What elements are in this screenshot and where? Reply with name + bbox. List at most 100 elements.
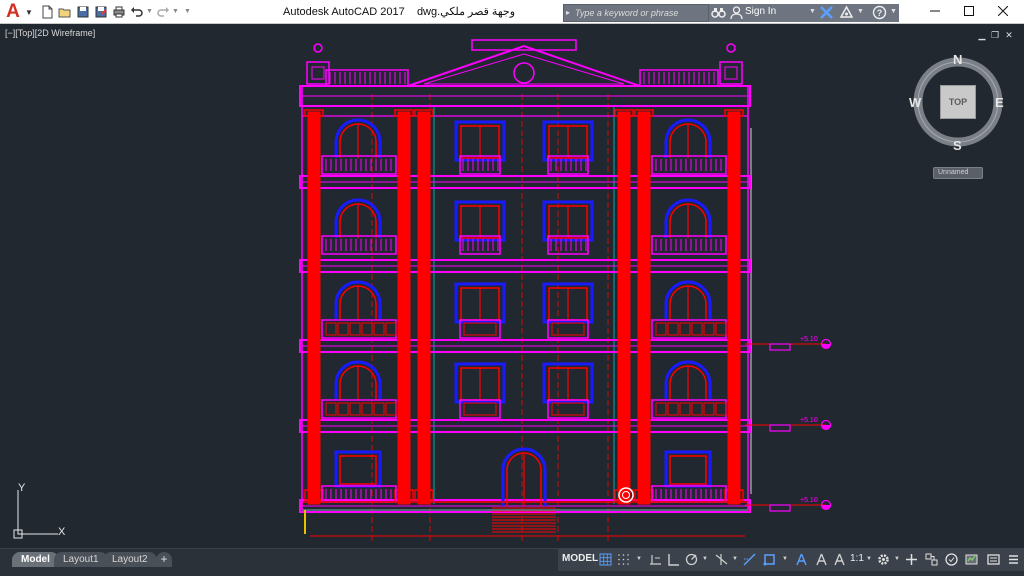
column bbox=[727, 111, 741, 505]
balcony-panel bbox=[703, 322, 715, 336]
finial-panel bbox=[311, 66, 325, 80]
open-folder-icon[interactable] bbox=[58, 5, 72, 19]
plot-icon[interactable] bbox=[112, 5, 126, 19]
balcony-panel bbox=[361, 322, 373, 336]
scale-dropdown-icon[interactable]: ▼ bbox=[866, 556, 872, 562]
viewcube-top-face[interactable]: TOP bbox=[940, 85, 976, 119]
balcony-panel bbox=[667, 322, 679, 336]
autodesk-a360-icon[interactable] bbox=[839, 5, 854, 20]
binoculars-icon[interactable] bbox=[711, 5, 726, 20]
viewport-controls-label[interactable]: [−][Top][2D Wireframe] bbox=[5, 28, 95, 38]
annotation-scale-value[interactable]: 1:1 bbox=[850, 553, 864, 564]
new-file-icon[interactable] bbox=[40, 5, 54, 19]
compass-south[interactable]: S bbox=[953, 138, 962, 153]
tab-model[interactable]: Model bbox=[12, 552, 59, 567]
application-menu-caret-icon[interactable]: ▼ bbox=[25, 8, 33, 17]
osnap-dropdown-icon[interactable]: ▼ bbox=[782, 556, 788, 562]
clean-screen-icon[interactable] bbox=[986, 552, 1001, 567]
grid-icon[interactable] bbox=[598, 552, 613, 567]
drawing-viewport[interactable]: +5.10 +5.10 +5.10 [−][Top][2D Wireframe] ▁… bbox=[0, 24, 1024, 548]
ortho-icon[interactable] bbox=[666, 552, 681, 567]
balcony-panel bbox=[655, 322, 667, 336]
units-icon[interactable] bbox=[924, 552, 939, 567]
redo-icon[interactable] bbox=[156, 5, 170, 19]
customize-toolbar-icon[interactable]: ▼ bbox=[184, 8, 191, 15]
pediment bbox=[407, 44, 641, 87]
pediment-oculus bbox=[513, 62, 535, 84]
search-expand-icon[interactable]: ▸ bbox=[566, 8, 570, 17]
polar-tracking-icon[interactable] bbox=[684, 552, 699, 567]
a360-dropdown-icon[interactable]: ▼ bbox=[857, 8, 864, 15]
help-icon[interactable]: ? bbox=[872, 5, 887, 20]
autocad-logo-icon[interactable]: A bbox=[2, 2, 24, 22]
roof-balustrade bbox=[325, 69, 409, 87]
column bbox=[637, 111, 651, 505]
viewport-close-icon[interactable]: ✕ bbox=[1004, 30, 1014, 40]
balcony-panel bbox=[373, 402, 385, 416]
compass-west[interactable]: W bbox=[909, 95, 921, 110]
level-marker-label: +5.10 bbox=[800, 497, 818, 504]
save-icon[interactable] bbox=[76, 5, 90, 19]
file-name: وجهة قصر ملكي.dwg bbox=[416, 6, 516, 18]
document-title: Autodesk AutoCAD 2017 وجهة قصر ملكي.dwg bbox=[283, 5, 515, 18]
hardware-acceleration-icon[interactable] bbox=[964, 552, 979, 567]
undo-icon[interactable] bbox=[130, 5, 144, 19]
balcony-panel bbox=[679, 322, 691, 336]
title-bar: A ▼ ▼ ▼ ▼ Autodesk AutoCAD 2017 وجهة قصر… bbox=[0, 0, 1024, 24]
workspace-dropdown-icon[interactable]: ▼ bbox=[894, 556, 900, 562]
annotation-scale-icon[interactable] bbox=[832, 552, 847, 567]
viewport-minimize-icon[interactable]: ▁ bbox=[977, 30, 987, 40]
auto-scale-icon[interactable] bbox=[814, 552, 829, 567]
exchange-apps-icon[interactable] bbox=[819, 5, 834, 20]
save-as-icon[interactable] bbox=[94, 5, 108, 19]
add-layout-button[interactable]: + bbox=[156, 552, 172, 567]
search-input[interactable] bbox=[575, 6, 707, 20]
undo-dropdown-icon[interactable]: ▼ bbox=[146, 8, 153, 15]
workspace-gear-icon[interactable] bbox=[876, 552, 891, 567]
sign-in-link[interactable]: Sign In bbox=[745, 6, 776, 17]
object-snap-icon[interactable] bbox=[762, 552, 777, 567]
ucs-y-label: Y bbox=[18, 482, 26, 494]
tab-layout2[interactable]: Layout2 bbox=[103, 552, 157, 567]
isodraft-dropdown-icon[interactable]: ▼ bbox=[732, 556, 738, 562]
annotation-visibility-icon[interactable] bbox=[794, 552, 809, 567]
viewport-restore-icon[interactable]: ❐ bbox=[990, 30, 1000, 40]
column bbox=[417, 111, 431, 505]
level-box bbox=[769, 504, 791, 512]
model-space-button[interactable]: MODEL bbox=[562, 553, 598, 564]
window bbox=[339, 455, 377, 485]
polar-dropdown-icon[interactable]: ▼ bbox=[702, 556, 708, 562]
search-box: ▸ bbox=[563, 4, 709, 22]
balcony-panel bbox=[337, 402, 349, 416]
autocad-window: A ▼ ▼ ▼ ▼ Autodesk AutoCAD 2017 وجهة قصر… bbox=[0, 0, 1024, 576]
status-tray: MODEL ▼ ▼ ▼ ▼ 1:1 ▼ ▼ bbox=[558, 549, 1024, 571]
window bbox=[669, 455, 707, 485]
snap-icon[interactable] bbox=[616, 552, 631, 567]
infer-constraints-icon[interactable] bbox=[648, 552, 663, 567]
viewcube[interactable]: N S E W TOP Unnamed bbox=[909, 52, 1010, 184]
isolate-objects-icon[interactable] bbox=[944, 552, 959, 567]
sign-in-dropdown-icon[interactable]: ▼ bbox=[809, 8, 816, 15]
close-icon[interactable] bbox=[982, 0, 1024, 22]
balcony-panel bbox=[691, 402, 703, 416]
customization-menu-icon[interactable] bbox=[1006, 552, 1021, 567]
user-icon[interactable] bbox=[729, 5, 744, 20]
help-dropdown-icon[interactable]: ▼ bbox=[890, 8, 897, 15]
plus-annotation-monitor-icon[interactable] bbox=[904, 552, 919, 567]
object-snap-tracking-icon[interactable] bbox=[742, 552, 757, 567]
tab-layout1[interactable]: Layout1 bbox=[54, 552, 108, 567]
balcony-panel bbox=[703, 402, 715, 416]
balcony-panel bbox=[463, 402, 497, 416]
column bbox=[397, 111, 411, 505]
level-marker-label: +5.10 bbox=[800, 336, 818, 343]
isometric-drafting-icon[interactable] bbox=[714, 552, 729, 567]
compass-east[interactable]: E bbox=[995, 95, 1004, 110]
balcony-panel bbox=[349, 402, 361, 416]
drawing-canvas[interactable]: +5.10 +5.10 +5.10 bbox=[0, 24, 1024, 548]
compass-north[interactable]: N bbox=[953, 52, 962, 67]
snap-dropdown-icon[interactable]: ▼ bbox=[636, 556, 642, 562]
svg-text:?: ? bbox=[877, 8, 883, 18]
redo-dropdown-icon[interactable]: ▼ bbox=[172, 8, 179, 15]
balcony-panel bbox=[655, 402, 667, 416]
wcs-menu[interactable]: Unnamed bbox=[933, 167, 983, 179]
